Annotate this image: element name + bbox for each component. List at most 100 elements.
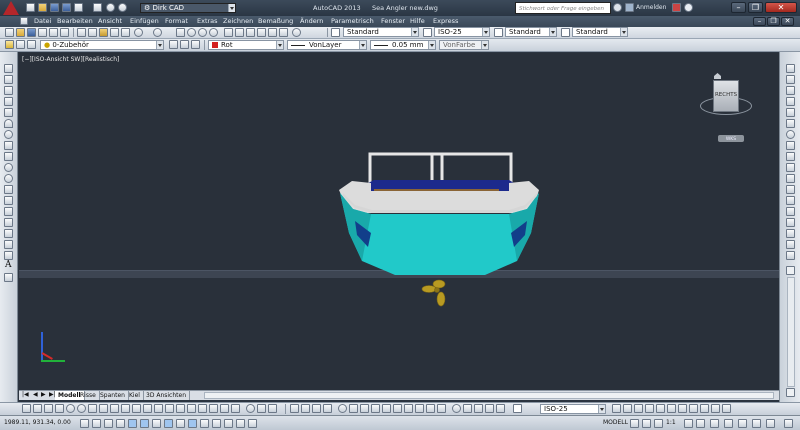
open-icon[interactable] xyxy=(38,3,47,12)
tab-next-icon[interactable]: ▶ xyxy=(41,392,46,398)
plot-toolbar-icon[interactable] xyxy=(38,28,47,37)
arc-length-icon[interactable] xyxy=(44,404,53,413)
snap-intersection-icon[interactable] xyxy=(312,404,321,413)
clean-screen-icon[interactable] xyxy=(784,419,793,428)
fillet-icon[interactable] xyxy=(786,229,795,238)
infer-constraints-icon[interactable] xyxy=(80,419,89,428)
ucs-origin-icon[interactable] xyxy=(700,404,709,413)
copy-icon[interactable] xyxy=(88,28,97,37)
design-center-icon[interactable] xyxy=(235,28,244,37)
flatshot-icon[interactable] xyxy=(623,404,632,413)
ucs-3point-icon[interactable] xyxy=(722,404,731,413)
redo-toolbar-icon[interactable] xyxy=(153,28,162,37)
circle-icon[interactable] xyxy=(4,130,13,139)
app-logo-icon[interactable] xyxy=(3,1,19,15)
ucs-face-icon[interactable] xyxy=(667,404,676,413)
ortho-icon[interactable] xyxy=(116,419,125,428)
visual-style-icon[interactable] xyxy=(257,404,266,413)
insert-block-icon[interactable] xyxy=(4,185,13,194)
text-style-select[interactable]: Standard xyxy=(343,27,419,37)
lineweight-display-icon[interactable] xyxy=(200,419,209,428)
polygon-icon[interactable] xyxy=(4,97,13,106)
ordinate-icon[interactable] xyxy=(55,404,64,413)
zoom-window-icon[interactable] xyxy=(198,28,207,37)
rectangle-icon[interactable] xyxy=(4,108,13,117)
join-icon[interactable] xyxy=(786,207,795,216)
polyline-icon[interactable] xyxy=(4,86,13,95)
quick-dim-icon[interactable] xyxy=(99,404,108,413)
layer-select[interactable]: ● 0-Zubehör xyxy=(40,40,164,50)
3d-osnap-icon[interactable] xyxy=(152,419,161,428)
ucs-icon-button[interactable] xyxy=(634,404,643,413)
erase-icon[interactable] xyxy=(786,64,795,73)
continue-icon[interactable] xyxy=(121,404,130,413)
doc-restore-button[interactable]: ❐ xyxy=(767,17,780,26)
table-style-select[interactable]: Standard xyxy=(505,27,557,37)
doc-minimize-button[interactable]: – xyxy=(753,17,766,26)
dim-text-edit-icon[interactable] xyxy=(220,404,229,413)
dim-break-icon[interactable] xyxy=(143,404,152,413)
inspection-icon[interactable] xyxy=(176,404,185,413)
chamfer-icon[interactable] xyxy=(786,218,795,227)
tab-kiel[interactable]: Kiel xyxy=(126,391,144,400)
properties-icon[interactable] xyxy=(224,28,233,37)
layer-match-icon[interactable] xyxy=(180,40,189,49)
vertical-scrollbar[interactable] xyxy=(787,277,795,387)
jogged-linear-icon[interactable] xyxy=(198,404,207,413)
annotation-scale-value[interactable]: 1:1 xyxy=(666,420,676,426)
hardware-accel-icon[interactable] xyxy=(738,419,747,428)
list-icon[interactable] xyxy=(474,404,483,413)
quick-view-layouts-icon[interactable] xyxy=(630,419,639,428)
horizontal-scrollbar[interactable] xyxy=(204,392,774,399)
menu-datei[interactable]: Datei xyxy=(34,18,51,25)
menu-fenster[interactable]: Fenster xyxy=(381,18,405,25)
dim-space-icon[interactable] xyxy=(132,404,141,413)
ucs-zaxis-icon[interactable] xyxy=(711,404,720,413)
ucs-object-icon[interactable] xyxy=(678,404,687,413)
snap-parallel-icon[interactable] xyxy=(382,404,391,413)
mirror-icon[interactable] xyxy=(786,86,795,95)
undo-icon[interactable] xyxy=(106,3,115,12)
lineweight-select[interactable]: 0.05 mm xyxy=(370,40,436,50)
menu-extras[interactable]: Extras xyxy=(197,18,218,25)
quick-view-drawings-icon[interactable] xyxy=(642,419,651,428)
color-select[interactable]: Rot xyxy=(208,40,284,50)
coordinates-readout[interactable]: 1989.11, 931.34, 0.00 xyxy=(4,420,71,426)
menu-einfuegen[interactable]: Einfügen xyxy=(130,18,159,25)
line-icon[interactable] xyxy=(4,64,13,73)
isolate-objects-icon[interactable] xyxy=(752,419,761,428)
layer-previous-icon[interactable] xyxy=(27,40,36,49)
paste-icon[interactable] xyxy=(99,28,108,37)
text-style-icon[interactable] xyxy=(331,28,340,37)
signin-link[interactable]: Anmelden xyxy=(636,5,666,11)
break-icon[interactable] xyxy=(786,196,795,205)
osnap-icon[interactable] xyxy=(140,419,149,428)
menu-bearbeiten[interactable]: Bearbeiten xyxy=(57,18,93,25)
tolerance-icon[interactable] xyxy=(154,404,163,413)
break-at-point-icon[interactable] xyxy=(786,185,795,194)
menu-bemassung[interactable]: Bemaßung xyxy=(258,18,293,25)
calculator-icon[interactable] xyxy=(279,28,288,37)
scale-icon[interactable] xyxy=(786,141,795,150)
make-current-icon[interactable] xyxy=(169,40,178,49)
table-style-icon[interactable] xyxy=(494,28,503,37)
tab-3d-ansichten[interactable]: 3D Ansichten xyxy=(143,391,190,400)
center-mark-icon[interactable] xyxy=(165,404,174,413)
space-toggle[interactable]: MODELL xyxy=(603,420,628,426)
annotation-monitor-icon[interactable] xyxy=(248,419,257,428)
dim-update-icon[interactable] xyxy=(231,404,240,413)
sheet-set-icon[interactable] xyxy=(257,28,266,37)
search-box[interactable]: Stichwort oder Frage eingeben xyxy=(515,2,611,14)
render-icon[interactable] xyxy=(268,404,277,413)
tab-first-icon[interactable]: |◀ xyxy=(22,392,29,398)
search-input[interactable]: Stichwort oder Frage eingeben xyxy=(519,6,604,12)
quick-properties-icon[interactable] xyxy=(224,419,233,428)
dim-override-icon[interactable] xyxy=(612,404,621,413)
point-icon[interactable] xyxy=(4,207,13,216)
snap-midpoint-icon[interactable] xyxy=(301,404,310,413)
status-menu-icon[interactable] xyxy=(766,419,775,428)
hatch-icon[interactable] xyxy=(4,218,13,227)
snap-center-icon[interactable] xyxy=(338,404,347,413)
pan-icon[interactable] xyxy=(176,28,185,37)
table-icon[interactable] xyxy=(4,251,13,260)
